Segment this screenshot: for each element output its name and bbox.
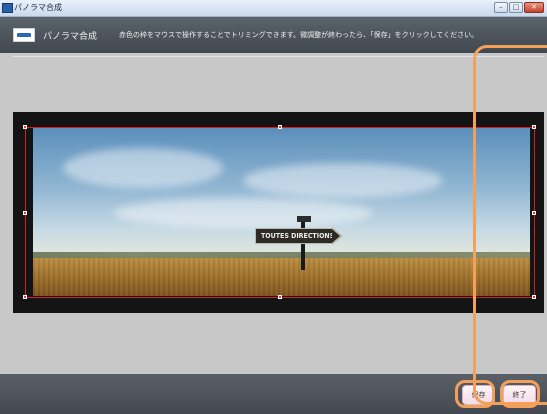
- window-title: パノラマ合成: [14, 3, 62, 12]
- page-title: パノラマ合成: [43, 32, 98, 42]
- crop-handle-top-left[interactable]: [23, 125, 27, 129]
- app-header: パノラマ合成 赤色の枠をマウスで操作することでトリミングできます。微調整が終わっ…: [0, 17, 547, 53]
- close-button[interactable]: ✕: [524, 2, 544, 13]
- minimize-button[interactable]: –: [494, 2, 508, 13]
- instruction-text: 赤色の枠をマウスで操作することでトリミングできます。微調整が終わったら、「保存」…: [119, 31, 479, 39]
- crop-handle-bottom-left[interactable]: [23, 295, 27, 299]
- crop-handle-bottom-center[interactable]: [278, 295, 282, 299]
- title-bar: パノラマ合成 – □ ✕: [0, 0, 547, 17]
- maximize-button[interactable]: □: [509, 2, 523, 13]
- app-window: パノラマ合成 – □ ✕ パノラマ合成 赤色の枠をマウスで操作することでトリミン…: [0, 0, 547, 414]
- panorama-logo-icon: [13, 28, 35, 42]
- save-button-highlight: [455, 380, 495, 408]
- finish-button-highlight: [500, 380, 540, 408]
- app-icon: [2, 3, 13, 13]
- highlight-callout: [473, 45, 547, 405]
- crop-handle-middle-left[interactable]: [23, 211, 27, 215]
- divider: [13, 56, 544, 57]
- window-controls: – □ ✕: [494, 2, 544, 13]
- crop-handle-top-center[interactable]: [278, 125, 282, 129]
- crop-frame[interactable]: [23, 125, 536, 299]
